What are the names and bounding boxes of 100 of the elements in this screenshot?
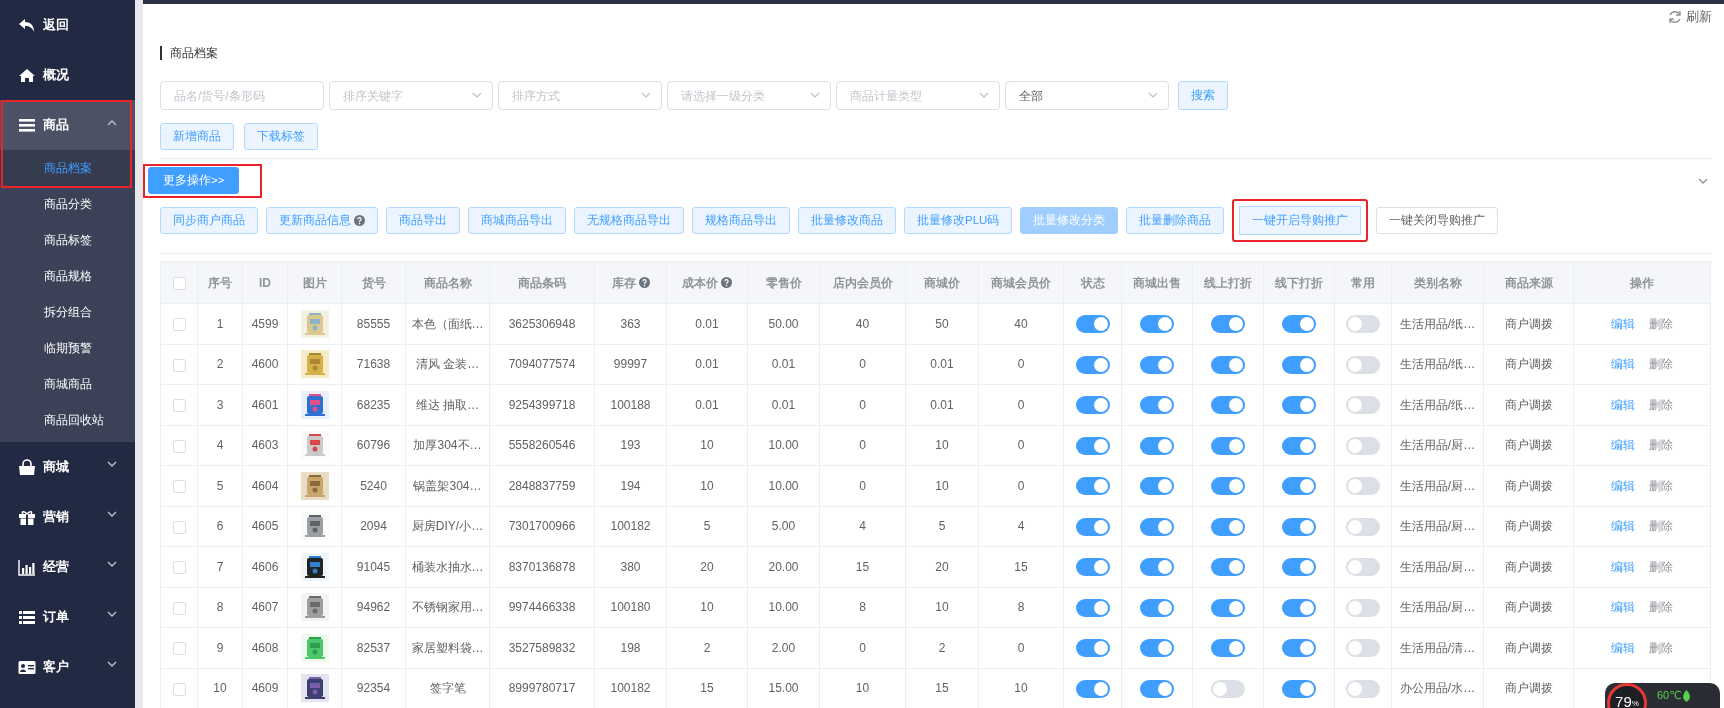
dropdown-field[interactable]: 排序关键字	[329, 81, 493, 110]
toggle-switch[interactable]	[1140, 436, 1174, 455]
dropdown-field[interactable]: 全部	[1005, 81, 1169, 110]
edit-link[interactable]: 编辑	[1611, 438, 1635, 453]
delete-link[interactable]: 删除	[1649, 640, 1673, 655]
toggle-switch[interactable]	[1140, 517, 1174, 536]
sidebar-subitem[interactable]: 商城商品	[0, 366, 135, 402]
search-field[interactable]: 品名/货号/条形码	[160, 81, 324, 110]
toggle-switch[interactable]	[1346, 558, 1380, 577]
sidebar-subitem[interactable]: 商品标签	[0, 222, 135, 258]
sidebar-item[interactable]: 客户	[0, 642, 135, 692]
toggle-switch[interactable]	[1211, 517, 1245, 536]
delete-link[interactable]: 删除	[1649, 316, 1673, 331]
delete-link[interactable]: 删除	[1649, 357, 1673, 372]
toggle-switch[interactable]	[1211, 679, 1245, 698]
toggle-switch[interactable]	[1346, 315, 1380, 334]
toggle-switch[interactable]	[1346, 477, 1380, 496]
checkbox[interactable]	[172, 601, 186, 615]
checkbox[interactable]	[172, 439, 186, 453]
toggle-switch[interactable]	[1282, 558, 1316, 577]
sidebar-item[interactable]: 商品	[0, 100, 135, 150]
toggle-switch[interactable]	[1282, 355, 1316, 374]
toggle-switch[interactable]	[1075, 355, 1110, 374]
scrollbar[interactable]	[135, 0, 143, 708]
checkbox[interactable]	[172, 318, 186, 332]
batch-button[interactable]: 无规格商品导出	[574, 207, 684, 234]
sidebar-item[interactable]: 订单	[0, 592, 135, 642]
batch-button[interactable]: 一键关闭导购推广	[1376, 207, 1499, 234]
delete-link[interactable]: 删除	[1649, 438, 1673, 453]
edit-link[interactable]: 编辑	[1611, 316, 1635, 331]
sidebar-item[interactable]: 经营	[0, 542, 135, 592]
toggle-switch[interactable]	[1282, 639, 1316, 658]
checkbox[interactable]	[172, 276, 186, 290]
sidebar-item[interactable]: 概况	[0, 50, 135, 100]
delete-link[interactable]: 删除	[1649, 559, 1673, 574]
search-button[interactable]: 搜索	[1178, 81, 1228, 110]
more-button[interactable]: 更多操作>>	[148, 167, 240, 194]
edit-link[interactable]: 编辑	[1611, 559, 1635, 574]
sidebar-subitem[interactable]: 商品分类	[0, 186, 135, 222]
toggle-switch[interactable]	[1075, 436, 1110, 455]
edit-link[interactable]: 编辑	[1611, 640, 1635, 655]
delete-link[interactable]: 删除	[1649, 519, 1673, 534]
toggle-switch[interactable]	[1140, 558, 1174, 577]
batch-button[interactable]: 同步商户商品	[160, 207, 258, 234]
batch-button[interactable]: 更新商品信息	[266, 207, 378, 234]
batch-button[interactable]: 商城商品导出	[468, 207, 566, 234]
edit-link[interactable]: 编辑	[1611, 519, 1635, 534]
toggle-switch[interactable]	[1282, 315, 1316, 334]
toggle-switch[interactable]	[1282, 477, 1316, 496]
sidebar-item[interactable]: 商城	[0, 442, 135, 492]
toggle-switch[interactable]	[1075, 679, 1110, 698]
toggle-switch[interactable]	[1346, 436, 1380, 455]
toggle-switch[interactable]	[1140, 639, 1174, 658]
edit-link[interactable]: 编辑	[1611, 397, 1635, 412]
toggle-switch[interactable]	[1211, 477, 1245, 496]
toggle-switch[interactable]	[1140, 598, 1174, 617]
toggle-switch[interactable]	[1140, 679, 1174, 698]
toggle-switch[interactable]	[1140, 355, 1174, 374]
checkbox[interactable]	[172, 399, 186, 413]
toggle-switch[interactable]	[1211, 558, 1245, 577]
sidebar-subitem[interactable]: 拆分组合	[0, 294, 135, 330]
toggle-switch[interactable]	[1211, 355, 1245, 374]
sidebar-item[interactable]: 营销	[0, 492, 135, 542]
toggle-switch[interactable]	[1211, 639, 1245, 658]
checkbox[interactable]	[172, 358, 186, 372]
toggle-switch[interactable]	[1282, 517, 1316, 536]
batch-button[interactable]: 批量修改商品	[798, 207, 896, 234]
checkbox[interactable]	[172, 561, 186, 575]
sidebar-subitem[interactable]: 商品档案	[0, 150, 135, 186]
edit-link[interactable]: 编辑	[1611, 478, 1635, 493]
toggle-switch[interactable]	[1075, 396, 1110, 415]
delete-link[interactable]: 删除	[1649, 397, 1673, 412]
batch-button[interactable]: 规格商品导出	[692, 207, 790, 234]
dropdown-field[interactable]: 排序方式	[498, 81, 662, 110]
checkbox[interactable]	[172, 682, 186, 696]
edit-link[interactable]: 编辑	[1611, 357, 1635, 372]
action-button[interactable]: 新增商品	[160, 123, 234, 150]
toggle-switch[interactable]	[1140, 477, 1174, 496]
toggle-switch[interactable]	[1282, 679, 1316, 698]
toggle-switch[interactable]	[1346, 639, 1380, 658]
toggle-switch[interactable]	[1140, 396, 1174, 415]
toggle-switch[interactable]	[1075, 315, 1110, 334]
toggle-switch[interactable]	[1140, 315, 1174, 334]
batch-button[interactable]: 一键开启导购推广	[1232, 199, 1369, 242]
toggle-switch[interactable]	[1282, 436, 1316, 455]
toggle-switch[interactable]	[1282, 598, 1316, 617]
batch-button[interactable]: 批量修改PLU码	[904, 207, 1013, 234]
sidebar-subitem[interactable]: 商品回收站	[0, 402, 135, 438]
toggle-switch[interactable]	[1346, 517, 1380, 536]
toggle-switch[interactable]	[1346, 679, 1380, 698]
toggle-switch[interactable]	[1075, 558, 1110, 577]
sidebar-item[interactable]: 返回	[0, 0, 135, 50]
toggle-switch[interactable]	[1211, 396, 1245, 415]
toggle-switch[interactable]	[1211, 315, 1245, 334]
checkbox[interactable]	[172, 642, 186, 656]
delete-link[interactable]: 删除	[1649, 478, 1673, 493]
toggle-switch[interactable]	[1346, 396, 1380, 415]
refresh-button[interactable]: 刷新	[1668, 7, 1712, 27]
toggle-switch[interactable]	[1075, 517, 1110, 536]
toggle-switch[interactable]	[1282, 396, 1316, 415]
